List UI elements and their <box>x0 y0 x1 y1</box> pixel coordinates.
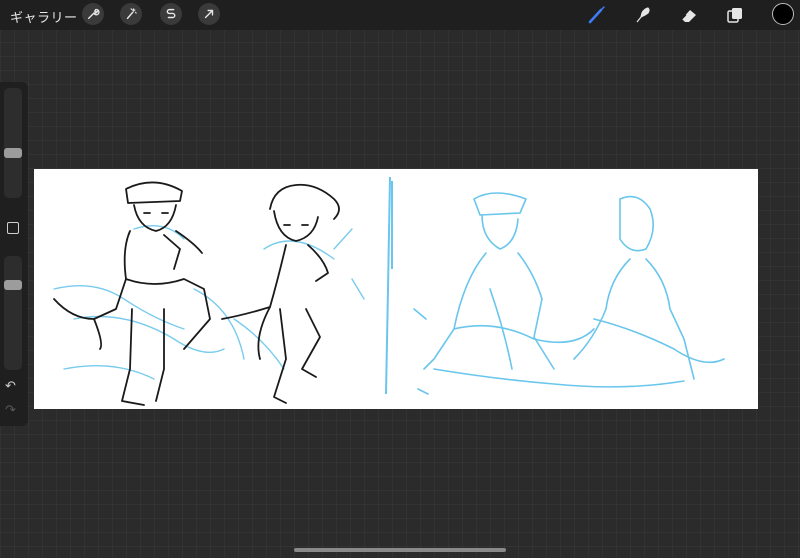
eraser-icon[interactable] <box>678 4 700 26</box>
home-indicator[interactable] <box>294 548 506 552</box>
transform-arrow-icon[interactable] <box>198 3 220 25</box>
undo-icon[interactable]: ↶ <box>5 378 16 394</box>
wrench-icon[interactable] <box>82 3 104 25</box>
selection-s-icon[interactable] <box>160 3 182 25</box>
color-picker-button[interactable] <box>772 3 794 25</box>
layers-icon[interactable] <box>724 4 746 26</box>
drawing-canvas[interactable] <box>34 169 758 409</box>
brush-size-slider[interactable] <box>4 88 22 198</box>
gallery-button[interactable]: ギャラリー <box>10 7 78 26</box>
modify-button[interactable] <box>7 222 19 234</box>
brush-size-slider-thumb[interactable] <box>4 148 22 158</box>
brush-icon[interactable] <box>586 4 608 26</box>
smudge-icon[interactable] <box>632 4 654 26</box>
redo-icon[interactable]: ↷ <box>5 402 16 418</box>
magic-wand-icon[interactable] <box>120 3 142 25</box>
top-toolbar: ギャラリー <box>0 0 800 30</box>
sketch-artwork <box>53 176 725 406</box>
opacity-slider[interactable] <box>4 256 22 370</box>
left-sidebar: ↶ ↷ <box>0 82 28 426</box>
opacity-slider-thumb[interactable] <box>4 280 22 290</box>
